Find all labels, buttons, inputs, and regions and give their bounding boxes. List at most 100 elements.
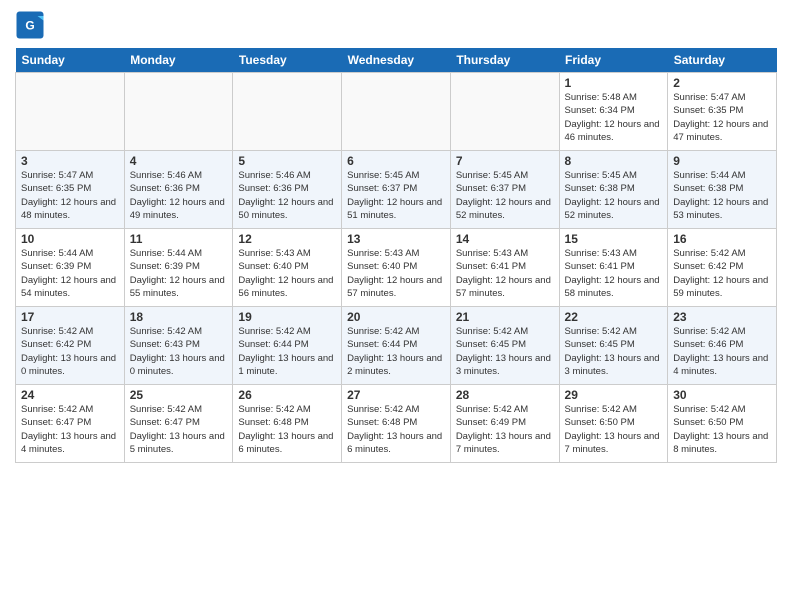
- day-number: 7: [456, 154, 554, 168]
- day-info: Sunrise: 5:42 AM Sunset: 6:44 PM Dayligh…: [238, 325, 336, 378]
- col-sunday: Sunday: [16, 48, 125, 73]
- calendar-cell: 5 Sunrise: 5:46 AM Sunset: 6:36 PM Dayli…: [233, 151, 342, 229]
- daylight-label: Daylight: 12 hours and 47 minutes.: [673, 119, 768, 143]
- sunrise-label: Sunrise: 5:45 AM: [565, 170, 637, 181]
- daylight-label: Daylight: 12 hours and 53 minutes.: [673, 197, 768, 221]
- calendar-cell: 1 Sunrise: 5:48 AM Sunset: 6:34 PM Dayli…: [559, 73, 668, 151]
- logo-icon: G: [15, 10, 45, 40]
- calendar-cell: 7 Sunrise: 5:45 AM Sunset: 6:37 PM Dayli…: [450, 151, 559, 229]
- sunset-label: Sunset: 6:38 PM: [565, 183, 635, 194]
- day-info: Sunrise: 5:44 AM Sunset: 6:38 PM Dayligh…: [673, 169, 771, 222]
- day-info: Sunrise: 5:45 AM Sunset: 6:37 PM Dayligh…: [347, 169, 445, 222]
- sunrise-label: Sunrise: 5:45 AM: [347, 170, 419, 181]
- calendar-cell: 27 Sunrise: 5:42 AM Sunset: 6:48 PM Dayl…: [342, 385, 451, 463]
- daylight-label: Daylight: 12 hours and 55 minutes.: [130, 275, 225, 299]
- day-number: 1: [565, 76, 663, 90]
- day-number: 28: [456, 388, 554, 402]
- calendar-cell: 9 Sunrise: 5:44 AM Sunset: 6:38 PM Dayli…: [668, 151, 777, 229]
- sunrise-label: Sunrise: 5:42 AM: [21, 404, 93, 415]
- col-saturday: Saturday: [668, 48, 777, 73]
- calendar-cell: [342, 73, 451, 151]
- sunrise-label: Sunrise: 5:42 AM: [456, 404, 528, 415]
- day-number: 12: [238, 232, 336, 246]
- daylight-label: Daylight: 12 hours and 52 minutes.: [565, 197, 660, 221]
- day-number: 6: [347, 154, 445, 168]
- daylight-label: Daylight: 13 hours and 6 minutes.: [238, 431, 333, 455]
- sunrise-label: Sunrise: 5:45 AM: [456, 170, 528, 181]
- sunrise-label: Sunrise: 5:43 AM: [347, 248, 419, 259]
- sunrise-label: Sunrise: 5:42 AM: [347, 326, 419, 337]
- day-info: Sunrise: 5:46 AM Sunset: 6:36 PM Dayligh…: [130, 169, 228, 222]
- calendar-cell: 18 Sunrise: 5:42 AM Sunset: 6:43 PM Dayl…: [124, 307, 233, 385]
- day-info: Sunrise: 5:45 AM Sunset: 6:38 PM Dayligh…: [565, 169, 663, 222]
- day-number: 20: [347, 310, 445, 324]
- calendar-cell: 25 Sunrise: 5:42 AM Sunset: 6:47 PM Dayl…: [124, 385, 233, 463]
- day-info: Sunrise: 5:48 AM Sunset: 6:34 PM Dayligh…: [565, 91, 663, 144]
- sunrise-label: Sunrise: 5:48 AM: [565, 92, 637, 103]
- day-number: 29: [565, 388, 663, 402]
- sunrise-label: Sunrise: 5:46 AM: [238, 170, 310, 181]
- calendar-week-3: 10 Sunrise: 5:44 AM Sunset: 6:39 PM Dayl…: [16, 229, 777, 307]
- calendar-cell: 30 Sunrise: 5:42 AM Sunset: 6:50 PM Dayl…: [668, 385, 777, 463]
- daylight-label: Daylight: 12 hours and 48 minutes.: [21, 197, 116, 221]
- sunrise-label: Sunrise: 5:42 AM: [673, 248, 745, 259]
- calendar-week-2: 3 Sunrise: 5:47 AM Sunset: 6:35 PM Dayli…: [16, 151, 777, 229]
- sunrise-label: Sunrise: 5:42 AM: [673, 404, 745, 415]
- calendar-cell: 12 Sunrise: 5:43 AM Sunset: 6:40 PM Dayl…: [233, 229, 342, 307]
- daylight-label: Daylight: 13 hours and 7 minutes.: [565, 431, 660, 455]
- sunrise-label: Sunrise: 5:47 AM: [21, 170, 93, 181]
- calendar-cell: 28 Sunrise: 5:42 AM Sunset: 6:49 PM Dayl…: [450, 385, 559, 463]
- sunset-label: Sunset: 6:45 PM: [565, 339, 635, 350]
- day-number: 30: [673, 388, 771, 402]
- sunset-label: Sunset: 6:48 PM: [238, 417, 308, 428]
- daylight-label: Daylight: 12 hours and 51 minutes.: [347, 197, 442, 221]
- daylight-label: Daylight: 12 hours and 59 minutes.: [673, 275, 768, 299]
- day-info: Sunrise: 5:42 AM Sunset: 6:48 PM Dayligh…: [347, 403, 445, 456]
- col-tuesday: Tuesday: [233, 48, 342, 73]
- day-info: Sunrise: 5:42 AM Sunset: 6:42 PM Dayligh…: [673, 247, 771, 300]
- sunset-label: Sunset: 6:47 PM: [130, 417, 200, 428]
- sunrise-label: Sunrise: 5:42 AM: [565, 326, 637, 337]
- day-number: 10: [21, 232, 119, 246]
- daylight-label: Daylight: 12 hours and 49 minutes.: [130, 197, 225, 221]
- sunset-label: Sunset: 6:36 PM: [238, 183, 308, 194]
- calendar-cell: 3 Sunrise: 5:47 AM Sunset: 6:35 PM Dayli…: [16, 151, 125, 229]
- calendar-cell: 22 Sunrise: 5:42 AM Sunset: 6:45 PM Dayl…: [559, 307, 668, 385]
- daylight-label: Daylight: 13 hours and 0 minutes.: [21, 353, 116, 377]
- calendar-cell: 13 Sunrise: 5:43 AM Sunset: 6:40 PM Dayl…: [342, 229, 451, 307]
- header: G: [15, 10, 777, 40]
- calendar-container: G Sunday Monday Tuesday Wednesday Thursd…: [0, 0, 792, 473]
- day-number: 5: [238, 154, 336, 168]
- daylight-label: Daylight: 13 hours and 5 minutes.: [130, 431, 225, 455]
- daylight-label: Daylight: 13 hours and 3 minutes.: [565, 353, 660, 377]
- daylight-label: Daylight: 12 hours and 57 minutes.: [347, 275, 442, 299]
- day-info: Sunrise: 5:42 AM Sunset: 6:45 PM Dayligh…: [565, 325, 663, 378]
- day-number: 24: [21, 388, 119, 402]
- calendar-cell: 23 Sunrise: 5:42 AM Sunset: 6:46 PM Dayl…: [668, 307, 777, 385]
- day-number: 25: [130, 388, 228, 402]
- day-info: Sunrise: 5:43 AM Sunset: 6:41 PM Dayligh…: [456, 247, 554, 300]
- calendar-week-1: 1 Sunrise: 5:48 AM Sunset: 6:34 PM Dayli…: [16, 73, 777, 151]
- sunset-label: Sunset: 6:42 PM: [673, 261, 743, 272]
- calendar-cell: 2 Sunrise: 5:47 AM Sunset: 6:35 PM Dayli…: [668, 73, 777, 151]
- daylight-label: Daylight: 12 hours and 50 minutes.: [238, 197, 333, 221]
- calendar-cell: 11 Sunrise: 5:44 AM Sunset: 6:39 PM Dayl…: [124, 229, 233, 307]
- day-info: Sunrise: 5:42 AM Sunset: 6:44 PM Dayligh…: [347, 325, 445, 378]
- logo: G: [15, 10, 49, 40]
- daylight-label: Daylight: 12 hours and 54 minutes.: [21, 275, 116, 299]
- calendar-week-4: 17 Sunrise: 5:42 AM Sunset: 6:42 PM Dayl…: [16, 307, 777, 385]
- calendar-cell: 8 Sunrise: 5:45 AM Sunset: 6:38 PM Dayli…: [559, 151, 668, 229]
- daylight-label: Daylight: 12 hours and 56 minutes.: [238, 275, 333, 299]
- day-info: Sunrise: 5:45 AM Sunset: 6:37 PM Dayligh…: [456, 169, 554, 222]
- sunset-label: Sunset: 6:36 PM: [130, 183, 200, 194]
- sunrise-label: Sunrise: 5:47 AM: [673, 92, 745, 103]
- day-info: Sunrise: 5:43 AM Sunset: 6:41 PM Dayligh…: [565, 247, 663, 300]
- calendar-cell: [16, 73, 125, 151]
- sunset-label: Sunset: 6:35 PM: [21, 183, 91, 194]
- sunset-label: Sunset: 6:48 PM: [347, 417, 417, 428]
- calendar-week-5: 24 Sunrise: 5:42 AM Sunset: 6:47 PM Dayl…: [16, 385, 777, 463]
- sunrise-label: Sunrise: 5:43 AM: [238, 248, 310, 259]
- sunrise-label: Sunrise: 5:42 AM: [238, 404, 310, 415]
- calendar-cell: 21 Sunrise: 5:42 AM Sunset: 6:45 PM Dayl…: [450, 307, 559, 385]
- daylight-label: Daylight: 12 hours and 46 minutes.: [565, 119, 660, 143]
